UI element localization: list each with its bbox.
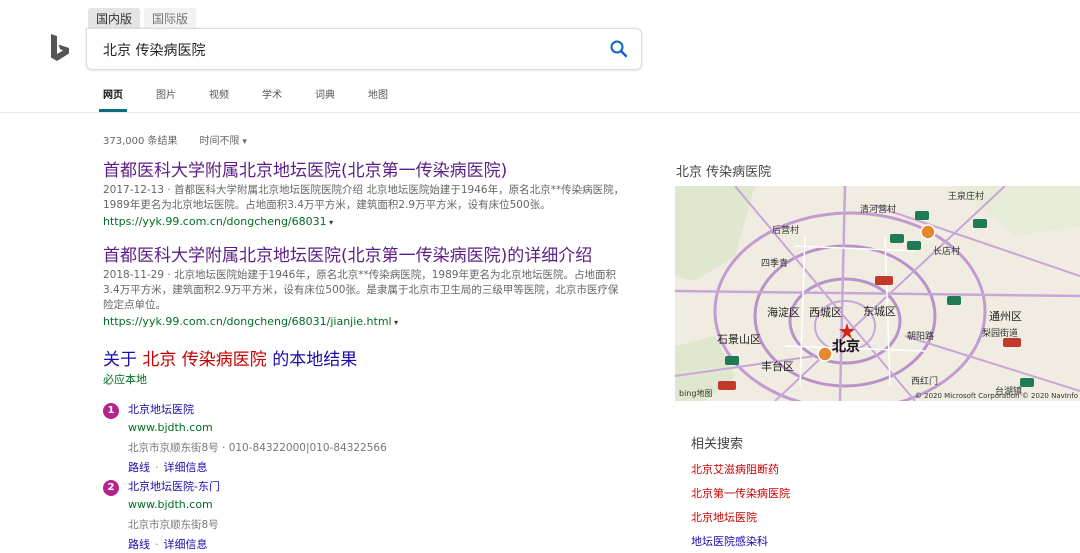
local-title-suffix: 的本地结果 [272, 350, 358, 370]
search-icon[interactable] [609, 39, 629, 59]
place-name-link[interactable]: 北京地坛医院 [128, 401, 194, 419]
local-results-source: 必应本地 [103, 373, 147, 386]
result-title-link[interactable]: 首都医科大学附属北京地坛医院(北京第一传染病医院)的详细介绍 [103, 245, 628, 267]
map-label-qinghe: 清河营村 [860, 205, 897, 215]
vertical-nav: 网页 图片 视频 学术 词典 地图 [103, 89, 421, 103]
search-result: 首都医科大学附属北京地坛医院(北京第一传染病医院) 2017-12-13 · 首… [103, 160, 628, 231]
nav-divider [0, 112, 1080, 113]
details-link[interactable]: 详细信息 [164, 461, 208, 474]
bing-results-page: { "scope_tabs": ["国内版", "国际版"], "search"… [0, 0, 1080, 553]
route-link[interactable]: 路线 [128, 538, 150, 551]
related-search-link[interactable]: 北京艾滋病阻断药 [691, 461, 991, 477]
map-label-hougou: 后营村 [772, 226, 800, 236]
map-label-haidian: 海淀区 [767, 306, 800, 319]
place-actions: 路线 · 详细信息 [128, 538, 208, 551]
map-panel[interactable]: 海淀区 西城区 东城区 石景山区 丰台区 通州区 北京 四季青 王泉庄村 清河营… [675, 186, 1080, 401]
search-box [86, 28, 642, 70]
local-results-title[interactable]: 关于 北京 传染病医院 的本地结果 [103, 345, 357, 370]
map-label-dongcheng: 东城区 [863, 305, 896, 318]
nav-maps[interactable]: 地图 [368, 89, 388, 103]
map-label-ximeng: 西红门 [911, 377, 939, 387]
result-title-link[interactable]: 首都医科大学附属北京地坛医院(北京第一传染病医院) [103, 160, 628, 182]
route-link[interactable]: 路线 [128, 461, 150, 474]
place-number-badge: 1 [103, 403, 119, 419]
search-input[interactable] [103, 40, 583, 60]
local-title-prefix: 关于 [103, 350, 137, 370]
map-provider-logo: bing地图 [679, 389, 713, 398]
details-link[interactable]: 详细信息 [164, 538, 208, 551]
related-search-link[interactable]: 北京地坛医院 [691, 509, 991, 525]
place-website-link[interactable]: www.bjdth.com [128, 498, 213, 511]
map-label-liyuan: 梨园街道 [982, 329, 1019, 339]
map-label-xicheng: 西城区 [809, 306, 842, 319]
place-website-link[interactable]: www.bjdth.com [128, 421, 213, 434]
time-filter-dropdown[interactable]: 时间不限 [200, 132, 247, 147]
map-label-sijiqing: 四季青 [761, 259, 789, 269]
place-address: 北京市京顺东街8号 [128, 519, 219, 531]
map-label-tongzhou: 通州区 [989, 310, 1022, 323]
map-label-fengtai: 丰台区 [761, 360, 794, 373]
map-roads [675, 186, 1080, 401]
related-searches-title: 相关搜索 [691, 437, 744, 452]
nav-images[interactable]: 图片 [156, 89, 176, 103]
market-tabs: 国内版 国际版 [88, 8, 197, 30]
place-actions: 路线 · 详细信息 [128, 461, 208, 474]
tab-domestic[interactable]: 国内版 [88, 8, 141, 30]
related-search-link[interactable]: 北京第一传染病医院 [691, 485, 991, 501]
local-title-query: 北京 传染病医院 [142, 350, 267, 370]
result-url[interactable]: https://yyk.99.com.cn/dongcheng/68031/ji… [103, 314, 628, 331]
search-result: 首都医科大学附属北京地坛医院(北京第一传染病医院)的详细介绍 2018-11-2… [103, 245, 628, 331]
map-label-beijing: 北京 [832, 339, 860, 355]
map-label-wangquanzhuang: 王泉庄村 [948, 192, 985, 202]
map-label-shijingshan: 石景山区 [717, 333, 761, 346]
place-name-link[interactable]: 北京地坛医院-东门 [128, 478, 220, 496]
place-number-badge: 2 [103, 480, 119, 496]
result-count: 373,000 条结果 [103, 136, 178, 147]
bing-logo[interactable] [48, 34, 72, 62]
nav-web[interactable]: 网页 [103, 89, 123, 103]
result-meta: 373,000 条结果 时间不限 [103, 132, 247, 147]
nav-dictionary[interactable]: 词典 [315, 89, 335, 103]
result-snippet: 2017-12-13 · 首都医科大学附属北京地坛医院医院介绍 北京地坛医院始建… [103, 184, 625, 211]
result-url[interactable]: https://yyk.99.com.cn/dongcheng/68031 [103, 214, 628, 231]
related-search-link[interactable]: 地坛医院感染科 [691, 533, 991, 549]
map-label-changdian: 长店村 [933, 247, 961, 257]
nav-videos[interactable]: 视频 [209, 89, 229, 103]
nav-academic[interactable]: 学术 [262, 89, 282, 103]
place-address: 北京市京顺东街8号 · 010-84322000|010-84322566 [128, 442, 387, 454]
result-snippet: 2018-11-29 · 北京地坛医院始建于1946年，原名北京**传染病医院，… [103, 269, 619, 311]
tab-international[interactable]: 国际版 [144, 8, 197, 30]
map-copyright: © 2020 Microsoft Corporation © 2020 NavI… [914, 392, 1078, 400]
map-label-chaoyanglu: 朝阳路 [907, 332, 935, 342]
map-panel-title: 北京 传染病医院 [676, 165, 772, 180]
